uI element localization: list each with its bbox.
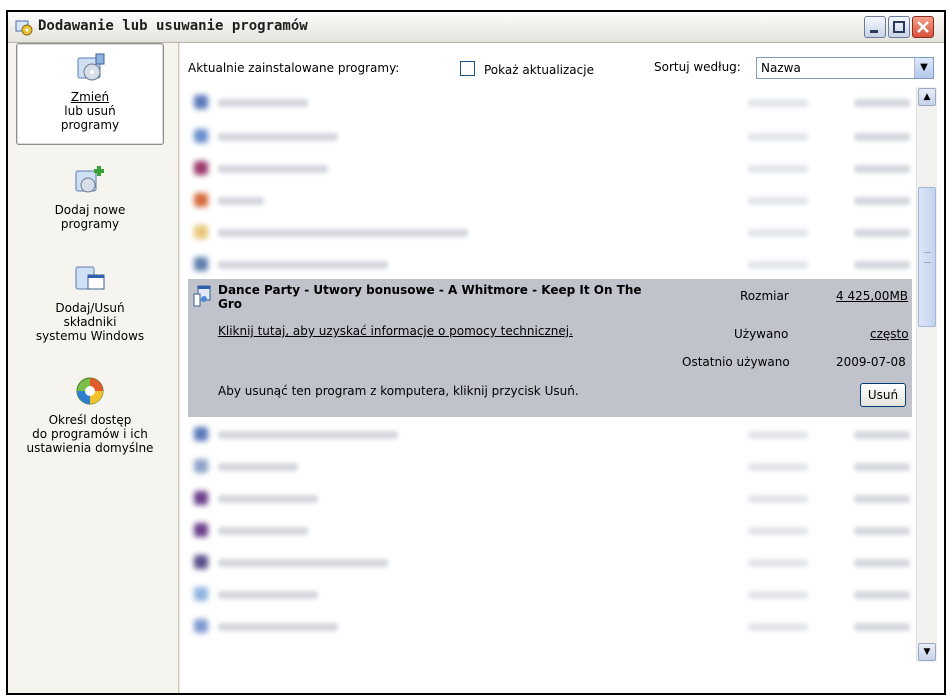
program-name: Dance Party - Utwory bonusowe - A Whitmo… <box>218 283 642 311</box>
program-icon <box>194 587 208 601</box>
sidebar-item-label: składniki <box>63 315 117 329</box>
sidebar-item-program-access[interactable]: Określ dostęp do programów i ich ustawie… <box>16 373 164 455</box>
list-item[interactable] <box>188 153 912 183</box>
sidebar-item-label: Dodaj nowe <box>54 203 126 217</box>
sidebar-item-label: Określ dostęp <box>48 413 132 427</box>
program-icon <box>194 459 208 473</box>
used-value-link[interactable]: często <box>870 327 909 341</box>
window-title: Dodawanie lub usuwanie programów <box>38 18 308 34</box>
program-icon <box>194 427 208 441</box>
close-button[interactable] <box>912 16 934 38</box>
used-label: Używano <box>734 327 789 341</box>
list-item[interactable] <box>188 217 912 247</box>
sidebar-item-label: Zmień <box>70 90 110 104</box>
maximize-icon <box>893 21 905 33</box>
sidebar-item-label: ustawienia domyślne <box>26 441 154 455</box>
last-used-value: 2009-07-08 <box>836 355 906 369</box>
program-icon <box>194 257 208 271</box>
last-used-label: Ostatnio używano <box>682 355 790 369</box>
remove-button[interactable]: Usuń <box>860 383 906 407</box>
program-access-icon <box>76 377 104 405</box>
sort-by-value: Nazwa <box>761 61 801 75</box>
program-icon <box>194 225 208 239</box>
list-item[interactable] <box>188 249 912 279</box>
main-panel: Aktualnie zainstalowane programy: Pokaż … <box>180 43 944 693</box>
list-item[interactable] <box>188 121 912 151</box>
minimize-icon <box>870 30 878 33</box>
selected-program-row[interactable]: Dance Party - Utwory bonusowe - A Whitmo… <box>188 279 912 417</box>
support-info-link[interactable]: Kliknij tutaj, aby uzyskać informacje o … <box>218 324 573 338</box>
sidebar-item-add-new[interactable]: Dodaj nowe programy <box>16 163 164 231</box>
program-icon <box>194 619 208 633</box>
change-remove-programs-icon <box>77 53 105 81</box>
list-item[interactable] <box>188 185 912 215</box>
sidebar-item-label: do programów i ich <box>32 427 148 441</box>
list-item[interactable] <box>188 515 912 545</box>
sidebar-item-label: systemu Windows <box>35 329 145 343</box>
show-updates-label[interactable]: Pokaż aktualizacje <box>484 63 594 77</box>
sidebar-item-change-remove[interactable]: Zmień lub usuń programy <box>16 43 164 145</box>
sidebar: Zmień lub usuń programy Dodaj nowe progr… <box>8 43 179 693</box>
sidebar-item-label: Dodaj/Usuń <box>55 301 125 315</box>
title-bar[interactable]: Dodawanie lub usuwanie programów <box>8 12 944 43</box>
list-item[interactable] <box>188 419 912 449</box>
windows-components-icon <box>75 266 105 290</box>
scroll-down-button[interactable]: ▼ <box>918 643 936 661</box>
add-programs-icon <box>75 166 104 193</box>
programs-icon <box>15 20 33 36</box>
show-updates-checkbox[interactable] <box>460 61 475 76</box>
scroll-thumb[interactable] <box>918 187 936 327</box>
dance-party-program-icon <box>193 285 211 307</box>
remove-hint: Aby usunąć ten program z komputera, klik… <box>218 384 579 398</box>
list-item[interactable] <box>188 483 912 513</box>
program-icon <box>194 193 208 207</box>
maximize-button[interactable] <box>888 16 910 38</box>
size-label: Rozmiar <box>740 289 789 303</box>
sidebar-item-label: lub usuń <box>64 104 116 118</box>
list-item[interactable] <box>188 547 912 577</box>
close-icon <box>917 21 929 33</box>
program-icon <box>194 523 208 537</box>
scroll-up-button[interactable]: ▲ <box>918 88 936 106</box>
list-item[interactable] <box>188 451 912 481</box>
sidebar-item-windows-components[interactable]: Dodaj/Usuń składniki systemu Windows <box>16 261 164 343</box>
vertical-scrollbar[interactable]: ▲ ▼ <box>916 87 937 662</box>
program-list[interactable]: Dance Party - Utwory bonusowe - A Whitmo… <box>188 87 912 662</box>
list-item[interactable] <box>188 579 912 609</box>
minimize-button[interactable] <box>864 16 886 38</box>
program-icon <box>194 129 208 143</box>
sidebar-item-label: programy <box>60 118 120 132</box>
add-remove-programs-window: Dodawanie lub usuwanie programów Zmień l… <box>6 10 946 695</box>
chevron-down-icon[interactable]: ▼ <box>914 58 933 78</box>
program-icon <box>194 95 208 109</box>
program-icon <box>194 555 208 569</box>
size-value-link[interactable]: 4 425,00MB <box>836 289 908 303</box>
program-icon <box>194 491 208 505</box>
sort-by-label: Sortuj według: <box>654 60 741 74</box>
program-icon <box>194 161 208 175</box>
sidebar-item-label: programy <box>60 217 120 231</box>
list-item[interactable] <box>188 611 912 641</box>
list-item[interactable] <box>188 87 912 117</box>
sort-by-select[interactable]: Nazwa ▼ <box>756 57 934 79</box>
installed-programs-label: Aktualnie zainstalowane programy: <box>188 61 400 75</box>
